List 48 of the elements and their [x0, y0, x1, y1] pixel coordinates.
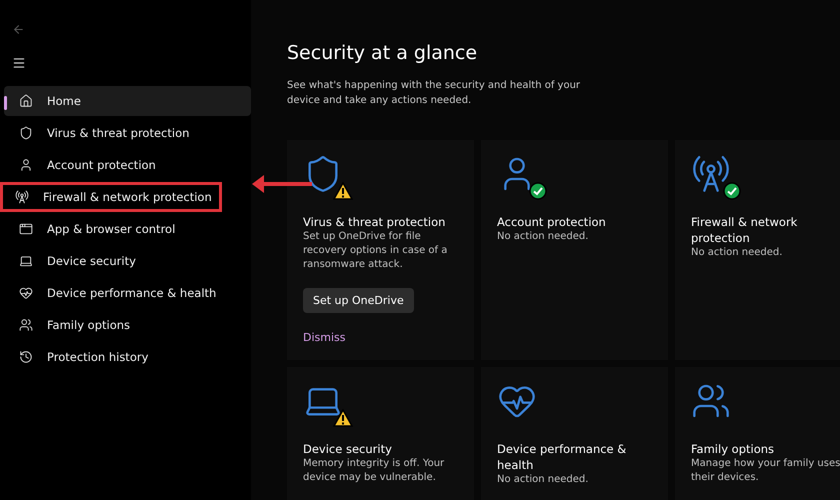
sidebar-item[interactable]: Virus & threat protection: [4, 118, 251, 148]
warning-icon: [333, 182, 353, 200]
card-description: Memory integrity is off. Your device may be vulnerable.: [303, 457, 446, 485]
page-title: Security at a glance: [287, 42, 478, 64]
heart-pulse-icon: [19, 286, 33, 300]
sidebar-item[interactable]: Home: [4, 86, 251, 116]
sidebar-item[interactable]: App & browser control: [4, 214, 251, 244]
status-card[interactable]: Family options Manage how your family uses their devices.: [675, 367, 840, 500]
sidebar-item[interactable]: Family options: [4, 310, 251, 340]
card-description: Manage how your family uses their devices.: [691, 457, 840, 485]
card-title: Firewall & network protection: [691, 214, 798, 246]
back-icon[interactable]: [12, 22, 25, 36]
check-icon: [723, 182, 741, 200]
status-card[interactable]: Device security Memory integrity is off. Your device may be vulnerable.: [287, 367, 474, 500]
menu-icon[interactable]: [12, 56, 26, 70]
warning-icon: [333, 409, 353, 427]
shield-icon: [19, 126, 33, 140]
sidebar-item[interactable]: Firewall & network protection: [0, 182, 222, 212]
card-title: Account protection: [497, 214, 607, 230]
user-icon: [19, 158, 33, 172]
card-description: Set up OneDrive for file recovery options in case of a ransomware attack.: [303, 230, 448, 272]
laptop-icon: [19, 254, 33, 268]
sidebar-item[interactable]: Account protection: [4, 150, 251, 180]
status-card[interactable]: Firewall & network protection No action needed.: [675, 140, 840, 360]
card-description: No action needed.: [497, 473, 590, 487]
card-title: Device performance & health: [497, 441, 628, 473]
sidebar-item[interactable]: Device security: [4, 246, 251, 276]
card-title: Virus & threat protection: [303, 214, 446, 230]
antenna-icon: [15, 190, 29, 204]
home-icon: [19, 94, 33, 108]
card-title: Family options: [691, 441, 776, 457]
check-icon: [529, 182, 547, 200]
dismiss-link[interactable]: Dismiss: [303, 331, 462, 344]
setup-button[interactable]: Set up OneDrive: [303, 288, 414, 313]
page-subtitle: See what's happening with the security and health of your device and take any actions needed.: [287, 79, 582, 108]
people-icon: [19, 318, 33, 332]
status-card[interactable]: Virus & threat protection Set up OneDrive for file recovery options in case of a ransomware attack. Set up OneDrive Dismiss: [287, 140, 474, 360]
status-card[interactable]: Account protection No action needed.: [481, 140, 668, 360]
status-card[interactable]: Device performance & health No action needed.: [481, 367, 668, 500]
card-description: No action needed.: [497, 230, 590, 244]
antenna-icon: [691, 154, 731, 194]
annotation-arrow: [250, 174, 312, 194]
window-icon: [19, 222, 33, 236]
sidebar-item[interactable]: Device performance & health: [4, 278, 251, 308]
sidebar-item[interactable]: Protection history: [4, 342, 251, 372]
history-icon: [19, 350, 33, 364]
card-description: No action needed.: [691, 246, 784, 260]
card-title: Device security: [303, 441, 393, 457]
